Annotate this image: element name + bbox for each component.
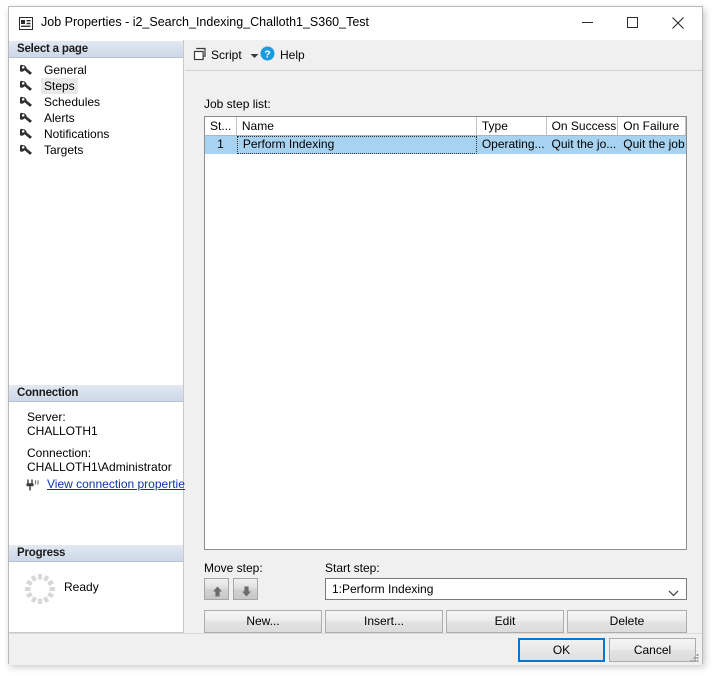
sidebar-item-steps[interactable]: Steps [17,78,78,94]
start-step-dropdown[interactable]: 1:Perform Indexing [325,578,687,600]
delete-step-button[interactable]: Delete [567,610,687,633]
cell-on-failure[interactable]: Quit the job... [618,136,686,154]
minimize-button[interactable] [565,7,610,38]
move-step-up-button[interactable] [204,578,229,600]
sidebar-item-alerts[interactable]: Alerts [17,110,78,126]
close-icon [671,16,684,29]
dialog-footer: OK Cancel [9,633,702,665]
sidebar-item-label: Notifications [44,127,110,141]
properties-icon [19,17,33,30]
chevron-down-icon[interactable] [668,586,679,600]
connection-value: CHALLOTH1\Administrator [27,460,172,474]
sidebar-item-label: Alerts [44,111,75,125]
select-a-page-header: Select a page [9,40,183,58]
cell-type[interactable]: Operating... [477,136,547,154]
cell-step[interactable]: 1 [205,136,237,154]
progress-header: Progress [9,544,183,562]
help-label: Help [280,48,305,62]
sidebar-item-label: Steps [41,78,78,94]
grid-header-row: St... Name Type On Success On Failure [205,117,686,136]
cancel-button[interactable]: Cancel [609,638,696,662]
arrow-up-icon [213,586,222,596]
script-button[interactable]: Script [191,44,263,66]
move-step-down-button[interactable] [233,578,258,600]
minimize-icon [582,22,593,23]
cell-on-success[interactable]: Quit the jo... [547,136,619,154]
close-button[interactable] [655,7,700,38]
maximize-button[interactable] [610,7,655,38]
svg-text:?: ? [264,48,270,60]
server-value: CHALLOTH1 [27,424,98,438]
connection-label: Connection: [27,446,92,460]
toolbar: Script ? Help [185,40,702,71]
sidebar-item-general[interactable]: General [17,62,90,78]
right-pane: Script ? Help Job step list: St... Name … [185,40,702,633]
wrench-icon [18,64,33,76]
cell-name[interactable]: Perform Indexing [236,136,477,154]
progress-spinner-icon [23,572,57,606]
job-step-list-label: Job step list: [204,97,271,111]
script-icon [193,47,207,64]
wrench-icon [18,128,33,140]
move-step-label: Move step: [204,561,263,575]
start-step-value: 1:Perform Indexing [332,582,434,596]
wrench-icon [18,144,33,156]
sidebar-item-schedules[interactable]: Schedules [17,94,103,110]
column-header-step[interactable]: St... [205,117,237,135]
help-question-icon: ? [260,46,275,64]
resize-grip-icon[interactable] [688,652,700,664]
connection-properties-icon [25,478,40,492]
column-header-on-failure[interactable]: On Failure [618,117,686,135]
column-header-type[interactable]: Type [477,117,547,135]
left-pane: Select a page General Steps Schedules Al… [9,40,191,633]
help-button[interactable]: ? Help [260,44,305,66]
sidebar-item-notifications[interactable]: Notifications [17,126,112,142]
server-label: Server: [27,410,66,424]
connection-header: Connection [9,384,183,402]
job-step-list-grid[interactable]: St... Name Type On Success On Failure 1 … [204,116,687,550]
column-header-on-success[interactable]: On Success [547,117,619,135]
maximize-icon [627,17,638,28]
window-title: Job Properties - i2_Search_Indexing_Chal… [41,15,369,29]
start-step-label: Start step: [325,561,380,575]
ok-button[interactable]: OK [518,638,605,662]
sidebar-item-label: Schedules [44,95,101,109]
script-label: Script [211,48,242,62]
arrow-down-icon [242,586,251,596]
column-header-name[interactable]: Name [237,117,477,135]
title-bar: Job Properties - i2_Search_Indexing_Chal… [9,7,702,40]
edit-step-button[interactable]: Edit [446,610,564,633]
wrench-icon [18,96,33,108]
wrench-icon [18,80,33,92]
progress-status: Ready [64,580,99,594]
sidebar-item-targets[interactable]: Targets [17,142,86,158]
insert-step-button[interactable]: Insert... [325,610,443,633]
job-properties-dialog: Job Properties - i2_Search_Indexing_Chal… [8,6,703,665]
table-row[interactable]: 1 Perform Indexing Operating... Quit the… [205,136,686,154]
view-connection-properties-link[interactable]: View connection properties [47,477,191,491]
chevron-down-icon[interactable] [250,48,259,62]
dialog-content: Select a page General Steps Schedules Al… [9,40,702,665]
new-step-button[interactable]: New... [204,610,322,633]
sidebar-item-label: Targets [44,143,84,157]
wrench-icon [18,112,33,124]
sidebar-item-label: General [44,63,87,77]
